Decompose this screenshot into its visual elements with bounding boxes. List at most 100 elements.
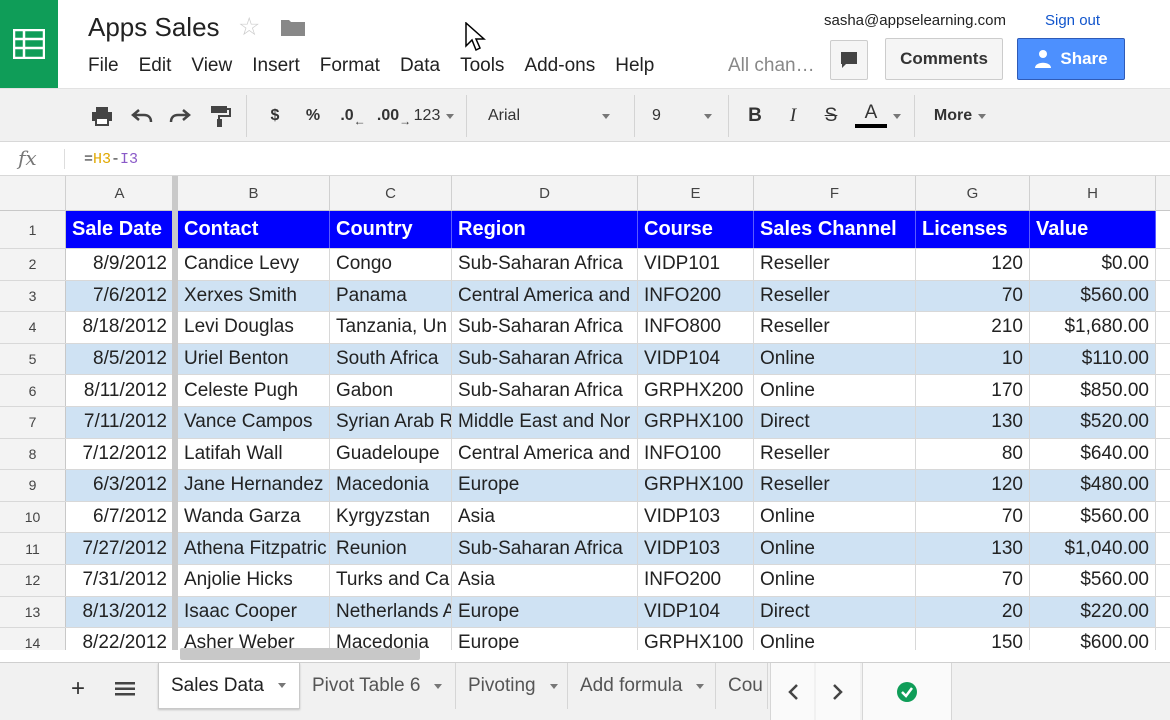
cell-country[interactable]: Congo <box>330 249 452 280</box>
undo-button[interactable] <box>126 89 158 143</box>
scroll-tabs-left-button[interactable] <box>770 663 814 720</box>
row-number[interactable]: 13 <box>0 596 66 628</box>
cell-value[interactable]: $1,680.00 <box>1030 312 1156 343</box>
cell-contact[interactable]: Jane Hernandez <box>178 470 330 501</box>
cell-licenses[interactable]: 120 <box>916 249 1030 280</box>
cell-sales-channel[interactable]: Reseller <box>754 249 916 280</box>
scroll-tabs-right-button[interactable] <box>816 663 860 720</box>
paint-format-button[interactable] <box>204 89 236 143</box>
folder-icon[interactable] <box>280 17 306 37</box>
cell-course[interactable]: INFO200 <box>638 565 754 596</box>
header-cell-region[interactable]: Region <box>452 211 638 248</box>
cell-course[interactable]: VIDP103 <box>638 501 754 533</box>
menu-view[interactable]: View <box>181 54 242 78</box>
menu-file[interactable]: File <box>78 54 129 78</box>
font-family-dropdown[interactable]: Arial <box>478 89 620 143</box>
cell-contact[interactable]: Athena Fitzpatric <box>178 533 330 564</box>
cell-licenses[interactable]: 130 <box>916 533 1030 564</box>
add-sheet-button[interactable]: + <box>62 663 94 715</box>
cell-contact[interactable]: Xerxes Smith <box>178 280 330 312</box>
cell-sales-channel[interactable]: Reseller <box>754 470 916 501</box>
header-cell-licenses[interactable]: Licenses <box>916 211 1030 248</box>
cell-region[interactable]: Middle East and Nor <box>452 407 638 438</box>
cell-licenses[interactable]: 10 <box>916 343 1030 375</box>
cell-region[interactable]: Sub-Saharan Africa <box>452 533 638 564</box>
cell-value[interactable]: $560.00 <box>1030 565 1156 596</box>
cell-region[interactable]: Europe <box>452 628 638 650</box>
sheets-logo-icon[interactable] <box>0 0 58 88</box>
cell-sales-channel[interactable]: Online <box>754 628 916 650</box>
currency-format-button[interactable]: $ <box>262 89 288 143</box>
header-cell-country[interactable]: Country <box>330 211 452 248</box>
star-icon[interactable]: ☆ <box>238 12 260 42</box>
cell-sales-channel[interactable]: Online <box>754 565 916 596</box>
share-button[interactable]: Share <box>1017 38 1125 80</box>
column-header-g[interactable]: G <box>916 176 1030 211</box>
cell-sales-channel[interactable]: Direct <box>754 407 916 438</box>
cell-sale-date[interactable]: 7/6/2012 <box>66 280 174 312</box>
cell-licenses[interactable]: 150 <box>916 628 1030 650</box>
header-cell-sales-channel[interactable]: Sales Channel <box>754 211 916 248</box>
cell-region[interactable]: Europe <box>452 596 638 628</box>
cell-region[interactable]: Sub-Saharan Africa <box>452 375 638 406</box>
cell-course[interactable]: INFO100 <box>638 438 754 470</box>
all-sheets-button[interactable] <box>110 663 140 715</box>
cell-course[interactable]: VIDP104 <box>638 596 754 628</box>
select-all-corner[interactable] <box>0 176 66 211</box>
tab-pivoting[interactable]: Pivoting <box>456 663 568 709</box>
cell-sale-date[interactable]: 8/13/2012 <box>66 596 174 628</box>
cell-sales-channel[interactable]: Online <box>754 375 916 406</box>
cell-sales-channel[interactable]: Direct <box>754 596 916 628</box>
row-number[interactable]: 10 <box>0 501 66 533</box>
cell-value[interactable]: $0.00 <box>1030 249 1156 280</box>
cell-sales-channel[interactable]: Reseller <box>754 312 916 343</box>
tab-pivot-table-6[interactable]: Pivot Table 6 <box>300 663 456 709</box>
cell-value[interactable]: $600.00 <box>1030 628 1156 650</box>
menu-help[interactable]: Help <box>605 54 664 78</box>
cell-country[interactable]: South Africa <box>330 343 452 375</box>
menu-format[interactable]: Format <box>310 54 390 78</box>
header-cell-contact[interactable]: Contact <box>178 211 330 248</box>
cell-sales-channel[interactable]: Online <box>754 533 916 564</box>
cell-contact[interactable]: Latifah Wall <box>178 438 330 470</box>
row-number[interactable]: 2 <box>0 249 66 280</box>
cell-sale-date[interactable]: 7/11/2012 <box>66 407 174 438</box>
cell-value[interactable]: $110.00 <box>1030 343 1156 375</box>
chevron-down-icon[interactable] <box>549 683 558 689</box>
redo-button[interactable] <box>164 89 196 143</box>
sign-out-link[interactable]: Sign out <box>1045 12 1100 29</box>
formula-input[interactable]: =H3-I3 <box>84 151 138 168</box>
cell-region[interactable]: Asia <box>452 565 638 596</box>
document-title[interactable]: Apps Sales <box>88 12 220 43</box>
cell-country[interactable]: Kyrgyzstan <box>330 501 452 533</box>
cell-value[interactable]: $560.00 <box>1030 280 1156 312</box>
cell-sale-date[interactable]: 8/18/2012 <box>66 312 174 343</box>
column-header-e[interactable]: E <box>638 176 754 211</box>
cell-region[interactable]: Asia <box>452 501 638 533</box>
cell-licenses[interactable]: 80 <box>916 438 1030 470</box>
cell-country[interactable]: Gabon <box>330 375 452 406</box>
cell-contact[interactable]: Candice Levy <box>178 249 330 280</box>
cell-region[interactable]: Sub-Saharan Africa <box>452 249 638 280</box>
cell-country[interactable]: Tanzania, Un <box>330 312 452 343</box>
cell-sale-date[interactable]: 6/3/2012 <box>66 470 174 501</box>
bold-button[interactable]: B <box>742 89 768 143</box>
cell-course[interactable]: GRPHX100 <box>638 628 754 650</box>
freeze-column-divider[interactable] <box>172 176 178 650</box>
row-number[interactable]: 5 <box>0 343 66 375</box>
row-number[interactable]: 7 <box>0 407 66 438</box>
cell-contact[interactable]: Levi Douglas <box>178 312 330 343</box>
save-status[interactable]: All chan… <box>728 54 815 78</box>
row-number[interactable]: 9 <box>0 470 66 501</box>
cell-licenses[interactable]: 70 <box>916 280 1030 312</box>
header-cell-sale-date[interactable]: Sale Date <box>66 211 174 248</box>
cell-course[interactable]: INFO200 <box>638 280 754 312</box>
increase-decimal-button[interactable]: .00 → <box>374 89 414 143</box>
chevron-down-icon[interactable] <box>434 683 443 689</box>
column-header-c[interactable]: C <box>330 176 452 211</box>
row-number[interactable]: 12 <box>0 565 66 596</box>
cell-country[interactable]: Panama <box>330 280 452 312</box>
chevron-down-icon[interactable] <box>277 683 286 688</box>
row-number[interactable]: 14 <box>0 628 66 650</box>
cell-country[interactable]: Guadeloupe <box>330 438 452 470</box>
